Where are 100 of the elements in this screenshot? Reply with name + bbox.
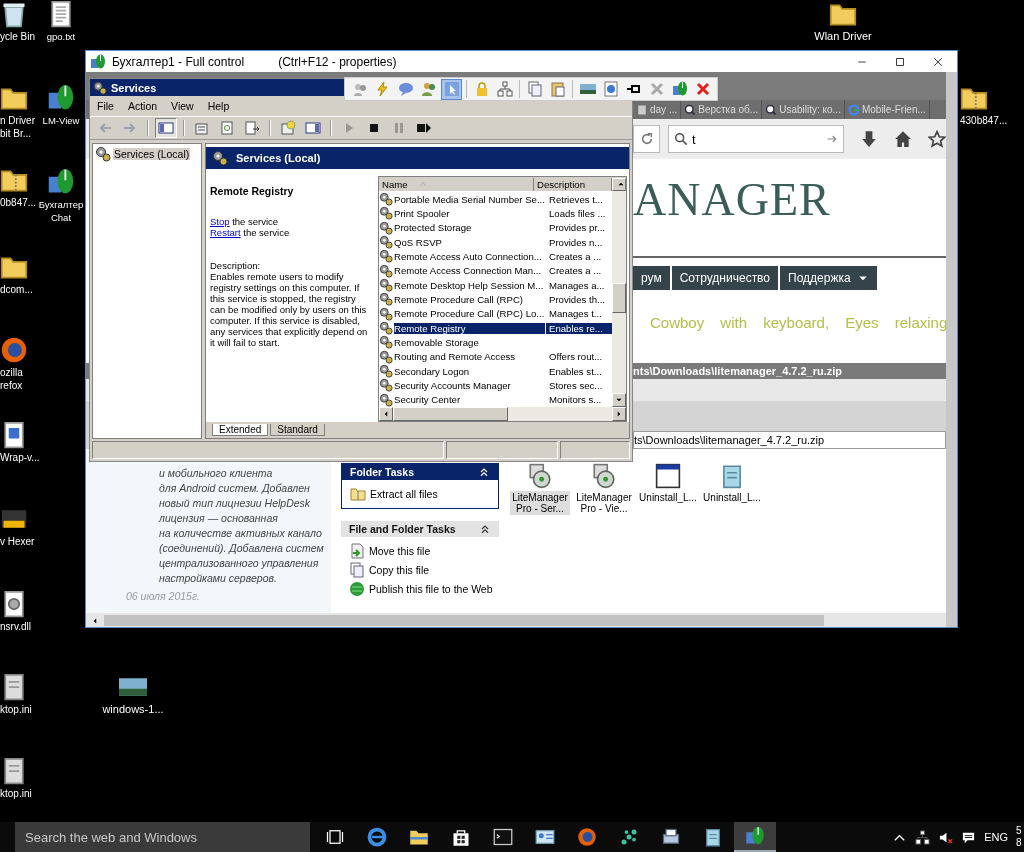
nav-menu-item[interactable]: Поддержка xyxy=(780,266,877,290)
service-row[interactable]: Secondary Logon Enables st... xyxy=(379,363,612,379)
mouse-icon xyxy=(90,53,106,70)
task-link[interactable]: Move this file xyxy=(369,545,431,557)
collapse-icon xyxy=(478,466,490,478)
gear-icon xyxy=(95,146,111,162)
service-row[interactable]: Print Spooler Loads files ... xyxy=(379,206,612,221)
pointer-icon xyxy=(443,81,460,97)
task-link[interactable]: Publish this file to the Web xyxy=(369,583,493,595)
notepad-icon xyxy=(703,827,723,847)
clock-text[interactable]: 5 xyxy=(1016,825,1024,837)
menu-item[interactable]: View xyxy=(171,100,194,112)
service-row[interactable]: Remote Procedure Call (RPC) Provides th... xyxy=(379,292,612,307)
mouse-icon[interactable] xyxy=(47,168,75,196)
gear-icon xyxy=(93,80,107,95)
service-row[interactable]: Remote Registry Enables re... xyxy=(379,320,612,336)
service-row[interactable]: Security Accounts Manager Stores sec... xyxy=(379,378,612,393)
reload-button[interactable] xyxy=(633,125,661,153)
desktop-icon-label[interactable]: LM-View xyxy=(42,114,80,127)
terminal-icon xyxy=(493,827,513,847)
browser-logo-icon[interactable] xyxy=(0,336,28,364)
tab[interactable]: Standard xyxy=(270,424,325,436)
desktop-icon-label[interactable]: ozilla refox xyxy=(0,366,23,392)
service-row[interactable]: Remote Desktop Help Session M... Manages a... xyxy=(379,277,612,293)
scrollbar-thumb[interactable] xyxy=(393,407,508,421)
horizontal-scrollbar[interactable] xyxy=(86,613,946,627)
desktop-icon-label[interactable]: 0b847... xyxy=(0,196,37,209)
service-row[interactable]: Remote Procedure Call (RPC) Lo... Manages t... xyxy=(379,306,612,321)
desktop-icon-label[interactable]: gpo.txt xyxy=(46,30,76,43)
nav-menu-item[interactable]: рум xyxy=(633,266,670,290)
service-row[interactable]: QoS RSVP Provides n... xyxy=(379,235,612,250)
file-label[interactable]: LiteManager Pro - Ser... xyxy=(510,491,570,515)
cross-icon xyxy=(648,81,665,97)
action-text: Stop the service xyxy=(210,216,280,227)
search-field[interactable]: t xyxy=(668,125,844,153)
clock-text[interactable]: 8 xyxy=(1016,837,1024,849)
help-icon xyxy=(280,120,296,136)
service-row[interactable]: Routing and Remote Access Offers rout... xyxy=(379,349,612,364)
task-link[interactable]: Extract all files xyxy=(370,488,438,500)
desktop-icon-label[interactable]: ktop.ini xyxy=(0,787,32,800)
desktop-icon-label[interactable]: ktop.ini xyxy=(0,703,32,716)
menu-item[interactable]: Help xyxy=(207,100,230,112)
desktop-icon-label[interactable]: Бухгалтер Chat xyxy=(38,198,84,224)
page-icon xyxy=(636,103,648,116)
colored-circle-icon xyxy=(847,103,860,116)
scrollbar-thumb[interactable] xyxy=(612,283,626,313)
task-link[interactable]: Copy this file xyxy=(369,564,430,576)
scroll-up-button[interactable] xyxy=(612,177,626,191)
file-label[interactable]: Uninstall_L... xyxy=(637,491,699,504)
vertical-scrollbar[interactable] xyxy=(612,191,626,407)
column-header[interactable]: Name xyxy=(379,177,534,191)
desktop-icon-label[interactable]: 430b847... xyxy=(960,114,1008,127)
desktop-icon-label[interactable]: windows-1... xyxy=(102,703,164,716)
search-field[interactable]: Search the web and Windows xyxy=(15,822,310,852)
home-icon[interactable] xyxy=(894,130,912,148)
copy-icon xyxy=(526,81,543,97)
restart-icon xyxy=(416,120,432,136)
mouse-icon xyxy=(745,826,765,846)
file-label[interactable]: LiteManager Pro - Vie... xyxy=(574,491,634,515)
star-icon[interactable] xyxy=(928,130,946,148)
menu-item[interactable]: Action xyxy=(127,100,158,112)
search-value: t xyxy=(692,131,697,147)
desktop-icon-label[interactable]: ycle Bin xyxy=(0,30,35,43)
horizontal-scrollbar[interactable] xyxy=(379,407,626,421)
task-view-icon xyxy=(325,827,345,847)
file-label[interactable]: Uninstall_L... xyxy=(701,491,763,504)
move-file-icon xyxy=(349,543,365,559)
nav-menu-item[interactable]: Сотрудничество xyxy=(671,266,779,290)
link[interactable]: Restart xyxy=(210,227,241,238)
service-row[interactable]: Remote Access Connection Man... Creates a ... xyxy=(379,263,612,278)
desktop-icon-label[interactable]: nsrv.dll xyxy=(0,620,31,633)
language-indicator[interactable]: ENG xyxy=(984,831,1008,843)
users-icon xyxy=(420,81,437,97)
reload-icon xyxy=(639,132,654,146)
desktop-icon-label[interactable]: Wrap-v... xyxy=(0,451,40,464)
installer-icon xyxy=(591,463,617,489)
refresh-icon xyxy=(219,120,235,136)
link[interactable]: Stop xyxy=(210,216,230,227)
tree-item[interactable]: Services (Local) xyxy=(113,148,191,160)
desktop-icon-label[interactable]: dcom... xyxy=(0,283,33,296)
network-icon[interactable] xyxy=(915,829,931,845)
service-row[interactable]: Remote Access Auto Connection... Creates a ... xyxy=(379,249,612,264)
service-row[interactable]: Protected Storage Provides pr... xyxy=(379,220,612,235)
service-row[interactable]: Security Center Monitors s... xyxy=(379,392,612,407)
desktop-icon-label[interactable]: Wlan Driver xyxy=(814,30,872,43)
menu-item[interactable]: File xyxy=(97,100,114,112)
address-field[interactable]: ts\Downloads\litemanager_4.7.2_ru.zip xyxy=(633,431,946,449)
mouse-icon[interactable] xyxy=(47,84,75,112)
service-row[interactable]: Portable Media Serial Number Se... Retrieves t... xyxy=(379,192,612,207)
panel-header[interactable]: Folder Tasks xyxy=(342,464,498,480)
image-thumbnail-icon xyxy=(579,81,596,97)
service-row[interactable]: Removable Storage xyxy=(379,335,612,350)
lightning-icon xyxy=(374,81,391,97)
tab[interactable]: Extended xyxy=(212,424,269,436)
desktop-icon-label[interactable]: v Hexer xyxy=(0,535,35,548)
download-icon[interactable] xyxy=(860,130,878,148)
desktop-icon-label[interactable]: n Driver bit Br... xyxy=(0,114,35,140)
panel-header[interactable]: File and Folder Tasks xyxy=(341,521,499,537)
users-icon xyxy=(351,81,368,97)
search-icon xyxy=(674,132,689,146)
